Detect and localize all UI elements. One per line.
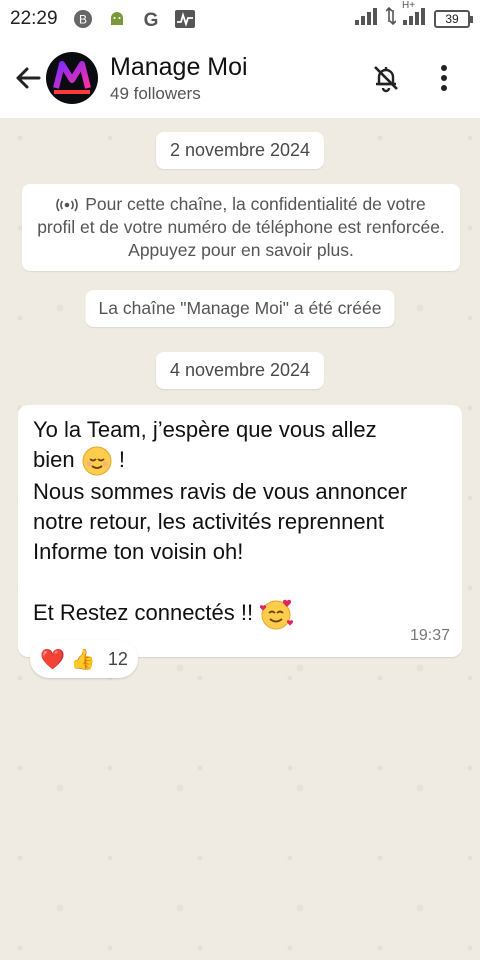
header-actions bbox=[368, 60, 462, 96]
channel-title-block[interactable]: Manage Moi 49 followers bbox=[110, 52, 248, 104]
message-line: Nous sommes ravis de vous annoncer bbox=[33, 479, 408, 505]
arrow-left-icon bbox=[16, 67, 41, 89]
privacy-notice-text: Pour cette chaîne, la confidentialité de… bbox=[37, 194, 445, 260]
google-icon: G bbox=[140, 8, 162, 30]
message-line: notre retour, les activités reprennent bbox=[33, 509, 384, 535]
back-button[interactable] bbox=[6, 56, 50, 100]
status-bar: 22:29 B G H+ 39 bbox=[0, 0, 480, 38]
message-line: bien ! bbox=[33, 445, 446, 477]
channel-header: Manage Moi 49 followers bbox=[0, 38, 480, 118]
more-options-button[interactable] bbox=[426, 60, 462, 96]
reaction-count: 12 bbox=[107, 648, 128, 669]
channel-name: Manage Moi bbox=[110, 53, 248, 81]
date-separator: 4 novembre 2024 bbox=[155, 352, 325, 389]
followers-count: 49 followers bbox=[110, 84, 201, 103]
channel-avatar[interactable] bbox=[46, 52, 98, 104]
bell-off-icon bbox=[374, 66, 398, 93]
heart-reaction-icon: ❤️ bbox=[40, 648, 65, 671]
channel-message[interactable]: Yo la Team, j’espère que vous allez bien… bbox=[18, 405, 462, 658]
manage-moi-logo bbox=[53, 61, 91, 94]
message-line: Informe ton voisin oh! bbox=[33, 539, 244, 565]
message-text: ! bbox=[118, 447, 125, 472]
status-time: 22:29 bbox=[10, 8, 58, 29]
battery-level: 39 bbox=[445, 12, 459, 26]
reactions-pill[interactable]: ❤️ 👍 12 bbox=[30, 640, 138, 678]
message-line: Yo la Team, j’espère que vous allez bbox=[33, 417, 377, 442]
signal-icon bbox=[354, 6, 380, 32]
relieved-face-icon bbox=[82, 446, 112, 476]
message-text: Et Restez connectés !! bbox=[33, 600, 254, 625]
bitcoin-icon: B bbox=[72, 8, 94, 30]
svg-text:G: G bbox=[143, 10, 158, 29]
channel-created-notice: La chaîne "Manage Moi" a été créée bbox=[85, 290, 395, 327]
network-type-label: H+ bbox=[402, 0, 416, 11]
activity-icon bbox=[174, 8, 196, 30]
chat-area[interactable]: 2 novembre 2024 Pour cette chaîne, la co… bbox=[0, 118, 480, 960]
battery-icon: 39 bbox=[434, 10, 473, 28]
message-time: 19:37 bbox=[409, 627, 450, 645]
date-separator: 2 novembre 2024 bbox=[155, 132, 325, 169]
status-notification-icons: B G bbox=[72, 8, 196, 30]
android-icon bbox=[106, 8, 128, 30]
svg-text:B: B bbox=[79, 13, 87, 27]
thumbs-up-reaction-icon: 👍 bbox=[70, 648, 96, 671]
smiling-face-with-hearts-icon bbox=[260, 599, 294, 630]
privacy-notice[interactable]: Pour cette chaîne, la confidentialité de… bbox=[22, 184, 460, 271]
data-transfer-icon bbox=[385, 6, 397, 32]
mute-notifications-button[interactable] bbox=[368, 60, 404, 96]
message-line: Et Restez connectés !! bbox=[33, 597, 446, 631]
signal-hplus-icon: H+ bbox=[402, 0, 428, 32]
status-system-icons: H+ 39 bbox=[354, 0, 473, 32]
message-text: bien bbox=[33, 447, 75, 472]
broadcast-icon bbox=[56, 198, 79, 212]
more-vertical-icon bbox=[441, 65, 447, 91]
